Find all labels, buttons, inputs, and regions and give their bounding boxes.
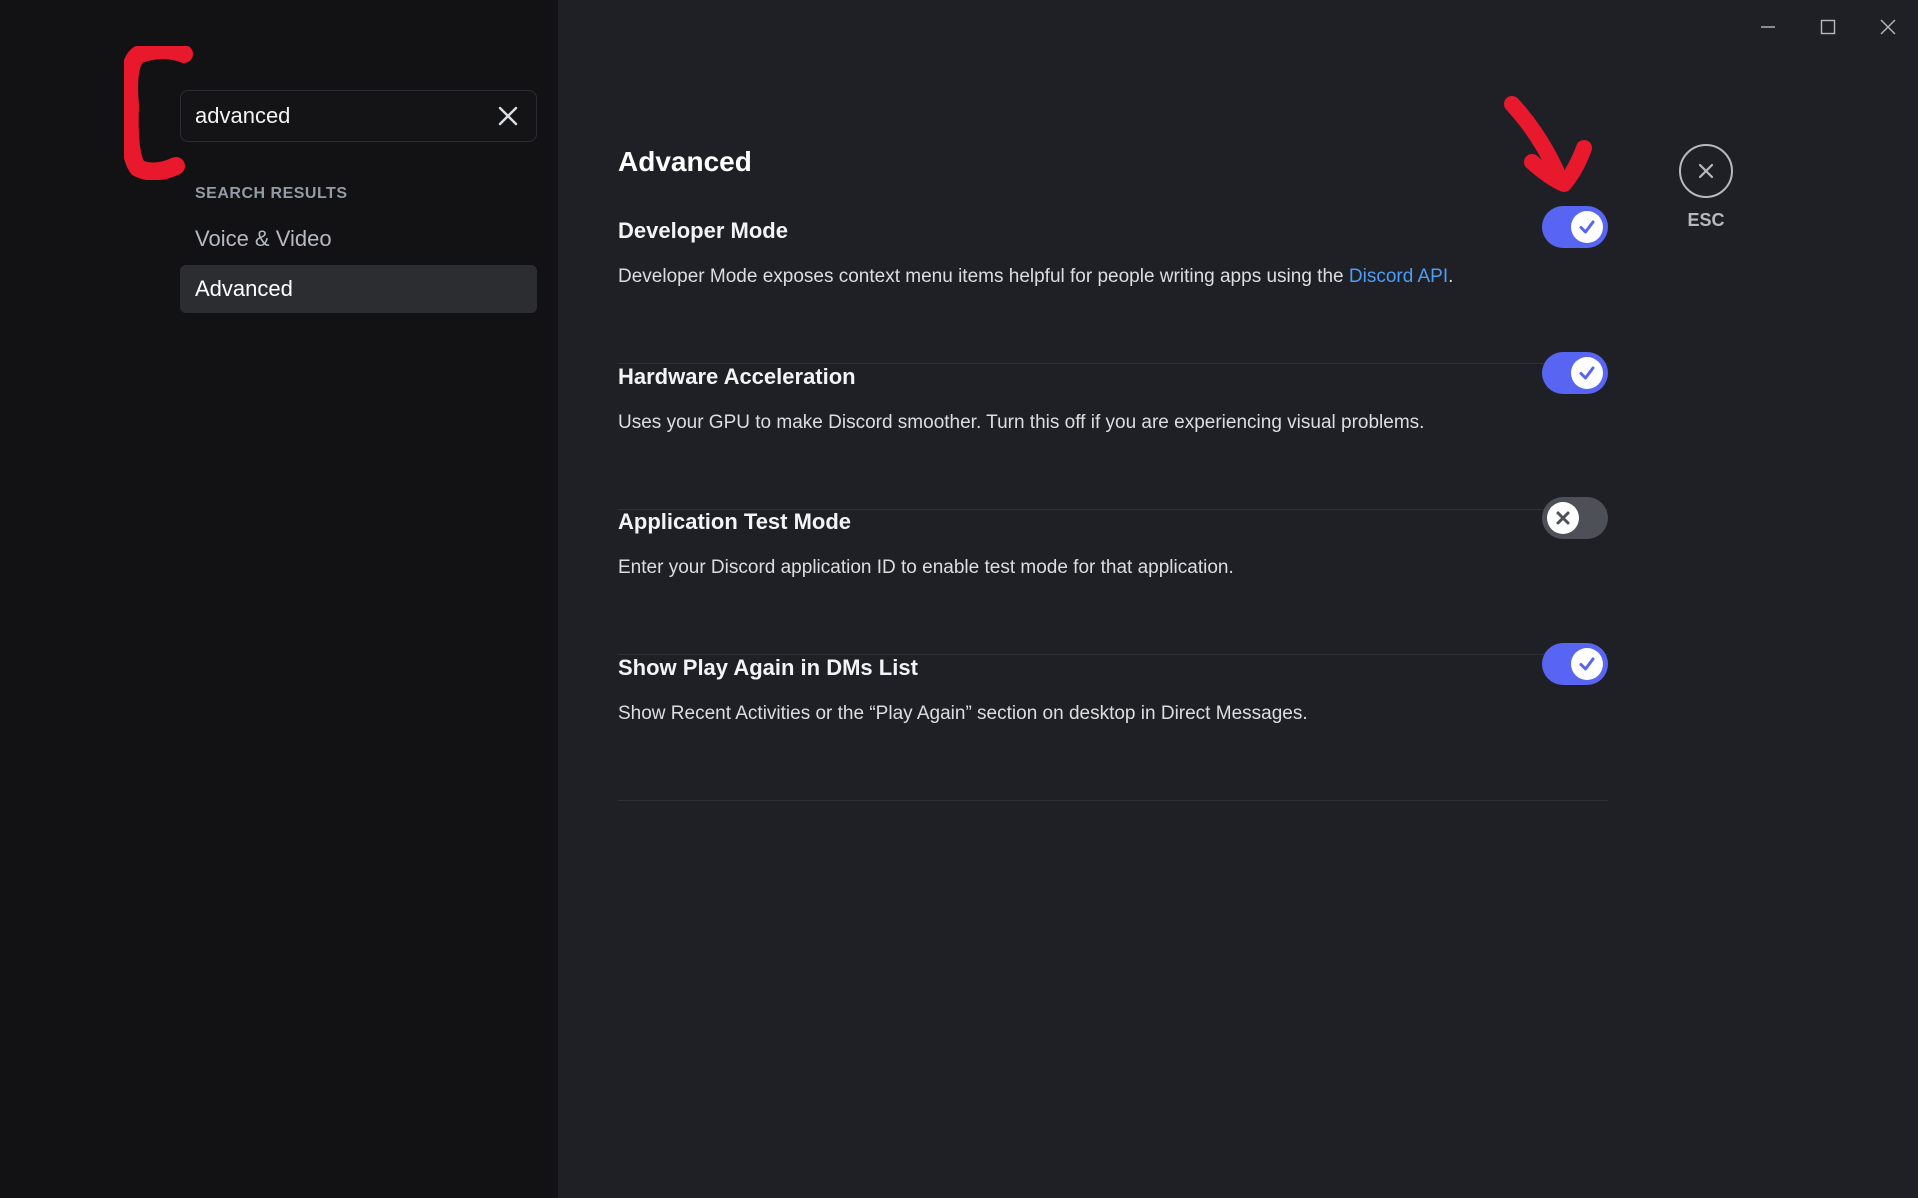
maximize-icon[interactable] <box>1798 0 1858 54</box>
red-arrow-annotation <box>1504 96 1592 192</box>
setting-show-play-again: Show Play Again in DMs List Show Recent … <box>618 643 1608 801</box>
close-circle-icon[interactable] <box>1679 144 1733 198</box>
hardware-acceleration-toggle[interactable] <box>1542 352 1608 394</box>
setting-hardware-acceleration: Hardware Acceleration Uses your GPU to m… <box>618 352 1608 510</box>
check-icon <box>1571 648 1603 680</box>
sidebar-item-label: Voice & Video <box>195 226 332 251</box>
setting-description: Enter your Discord application ID to ena… <box>618 557 1234 578</box>
application-test-mode-toggle[interactable] <box>1542 497 1608 539</box>
setting-application-test-mode: Application Test Mode Enter your Discord… <box>618 497 1608 655</box>
sidebar-item-advanced[interactable]: Advanced <box>180 265 537 313</box>
setting-description: Developer Mode exposes context menu item… <box>618 266 1453 288</box>
setting-description: Show Recent Activities or the “Play Agai… <box>618 703 1308 724</box>
setting-developer-mode: Developer Mode Developer Mode exposes co… <box>618 206 1608 364</box>
check-icon <box>1571 357 1603 389</box>
setting-title: Hardware Acceleration <box>618 364 856 389</box>
check-icon <box>1571 211 1603 243</box>
setting-title: Developer Mode <box>618 218 788 243</box>
description-suffix: . <box>1448 266 1454 287</box>
search-input[interactable]: advanced <box>195 103 494 129</box>
window-controls <box>1738 0 1918 54</box>
setting-title: Show Play Again in DMs List <box>618 655 918 680</box>
setting-description: Uses your GPU to make Discord smoother. … <box>618 412 1425 433</box>
sidebar: advanced SEARCH RESULTS Voice & Video Ad… <box>0 0 558 1198</box>
discord-api-link[interactable]: Discord API <box>1349 266 1448 287</box>
window-close-icon[interactable] <box>1858 0 1918 54</box>
esc-label: ESC <box>1687 210 1725 230</box>
developer-mode-toggle[interactable] <box>1542 206 1608 248</box>
sidebar-item-label: Advanced <box>195 276 293 301</box>
search-results-heading: SEARCH RESULTS <box>195 185 348 202</box>
page-title: Advanced <box>618 146 752 177</box>
minimize-icon[interactable] <box>1738 0 1798 54</box>
show-play-again-toggle[interactable] <box>1542 643 1608 685</box>
esc-control: ESC <box>1668 144 1744 231</box>
search-field[interactable]: advanced <box>180 90 537 142</box>
close-icon[interactable] <box>494 102 522 130</box>
main-content: Advanced Developer Mode Developer Mode e… <box>558 0 1918 1198</box>
setting-title: Application Test Mode <box>618 509 852 534</box>
sidebar-item-voice-video[interactable]: Voice & Video <box>180 215 537 263</box>
description-text: Developer Mode exposes context menu item… <box>618 266 1349 287</box>
settings-window: advanced SEARCH RESULTS Voice & Video Ad… <box>0 0 1918 1198</box>
x-icon <box>1547 502 1579 534</box>
